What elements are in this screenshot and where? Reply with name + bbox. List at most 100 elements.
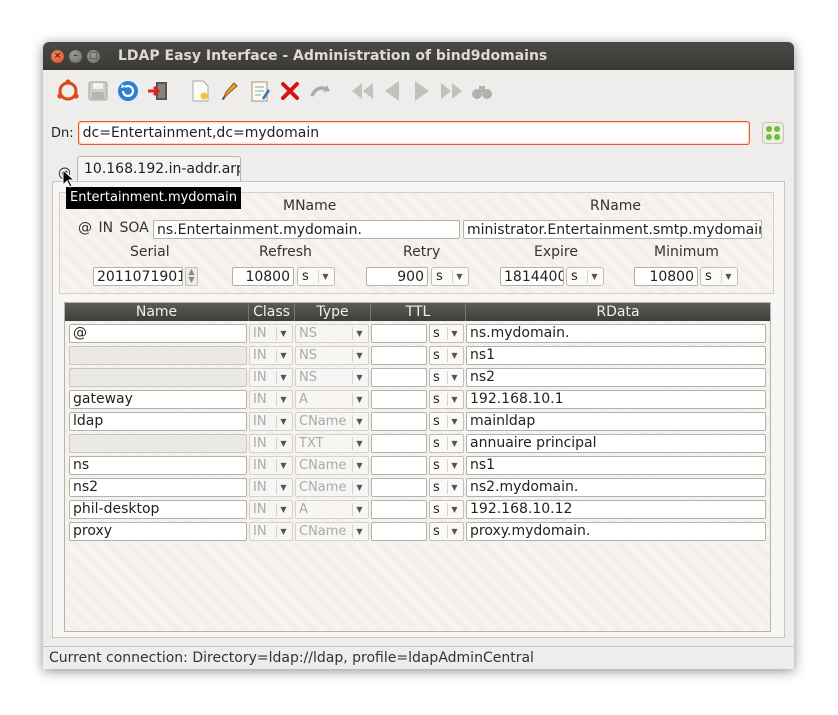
record-type-select[interactable]: CName ▼ xyxy=(295,412,369,431)
record-ttl-field[interactable] xyxy=(371,390,427,409)
record-name-field[interactable]: proxy xyxy=(69,522,247,541)
expire-field[interactable]: 1814400 xyxy=(500,267,564,286)
mname-field[interactable]: ns.Entertainment.mydomain. xyxy=(153,220,460,239)
record-ttl-field[interactable] xyxy=(371,324,427,343)
record-rdata-field[interactable]: ns1 xyxy=(466,346,766,365)
refresh-icon[interactable] xyxy=(113,76,143,106)
serial-field[interactable]: 2011071901 xyxy=(93,267,183,286)
record-rdata-field[interactable]: annuaire principal xyxy=(466,434,766,453)
record-class-select[interactable]: IN ▼ xyxy=(249,346,293,365)
col-header-class[interactable]: Class xyxy=(249,303,295,321)
minimize-window-button[interactable]: – xyxy=(69,49,82,63)
expand-icon[interactable] xyxy=(762,122,784,144)
retry-field[interactable]: 900 xyxy=(366,267,428,286)
record-rdata-field[interactable]: ns.mydomain. xyxy=(466,324,766,343)
tab-reverse-zone[interactable]: 10.168.192.in-addr.arpa xyxy=(77,156,241,181)
save-icon[interactable] xyxy=(83,76,113,106)
record-name-field[interactable]: gateway xyxy=(69,390,247,409)
col-header-rdata[interactable]: RData xyxy=(466,303,770,321)
record-rdata-field[interactable]: ns2 xyxy=(466,368,766,387)
record-ttl-field[interactable] xyxy=(371,346,427,365)
record-name-field[interactable] xyxy=(69,434,247,453)
record-name-field[interactable]: phil-desktop xyxy=(69,500,247,519)
record-ttl-unit-select[interactable]: s ▼ xyxy=(429,346,464,365)
chevron-down-icon: ▼ xyxy=(276,459,290,472)
record-ttl-unit-select[interactable]: s ▼ xyxy=(429,456,464,475)
record-type-select[interactable]: TXT ▼ xyxy=(295,434,369,453)
minimum-field[interactable]: 10800 xyxy=(634,267,698,286)
new-icon[interactable] xyxy=(185,76,215,106)
dn-input[interactable]: dc=Entertainment,dc=mydomain xyxy=(77,121,750,145)
record-type-select[interactable]: A ▼ xyxy=(295,500,369,519)
maximize-window-button[interactable]: □ xyxy=(87,49,100,63)
col-header-ttl[interactable]: TTL xyxy=(371,303,466,321)
record-name-field[interactable]: ldap xyxy=(69,412,247,431)
record-rdata-field[interactable]: ns2.mydomain. xyxy=(466,478,766,497)
record-ttl-unit-select[interactable]: s ▼ xyxy=(429,478,464,497)
delete-icon[interactable] xyxy=(275,76,305,106)
record-class-select[interactable]: IN ▼ xyxy=(249,390,293,409)
record-ttl-field[interactable] xyxy=(371,478,427,497)
record-class-select[interactable]: IN ▼ xyxy=(249,434,293,453)
record-rdata-field[interactable]: 192.168.10.12 xyxy=(466,500,766,519)
record-type-select[interactable]: NS ▼ xyxy=(295,368,369,387)
refresh-field[interactable]: 10800 xyxy=(232,267,294,286)
record-type-select[interactable]: NS ▼ xyxy=(295,346,369,365)
record-rdata-field[interactable]: ns1 xyxy=(466,456,766,475)
record-name-field[interactable]: ns xyxy=(69,456,247,475)
serial-spinner[interactable]: ▲ ▼ xyxy=(185,267,198,286)
record-class-select[interactable]: IN ▼ xyxy=(249,368,293,387)
edit-icon[interactable] xyxy=(215,76,245,106)
exit-icon[interactable] xyxy=(143,76,173,106)
record-ttl-field[interactable] xyxy=(371,368,427,387)
minimum-unit-select[interactable]: s ▼ xyxy=(700,267,738,286)
record-name-field[interactable] xyxy=(69,368,247,387)
record-type-value: A xyxy=(299,502,308,517)
record-ttl-field[interactable] xyxy=(371,522,427,541)
record-ttl-field[interactable] xyxy=(371,412,427,431)
rname-field[interactable]: ministrator.Entertainment.smtp.mydomain. xyxy=(463,220,762,239)
record-type-select[interactable]: CName ▼ xyxy=(295,522,369,541)
record-class-select[interactable]: IN ▼ xyxy=(249,324,293,343)
previous-icon[interactable] xyxy=(377,76,407,106)
record-rdata-field[interactable]: mainldap xyxy=(466,412,766,431)
close-window-button[interactable]: × xyxy=(51,49,64,63)
record-ttl-field[interactable] xyxy=(371,456,427,475)
first-icon[interactable] xyxy=(347,76,377,106)
record-rdata-field[interactable]: 192.168.10.1 xyxy=(466,390,766,409)
retry-unit-select[interactable]: s ▼ xyxy=(431,267,469,286)
record-class-select[interactable]: IN ▼ xyxy=(249,478,293,497)
next-icon[interactable] xyxy=(407,76,437,106)
record-ttl-unit-select[interactable]: s ▼ xyxy=(429,390,464,409)
record-ttl-field[interactable] xyxy=(371,434,427,453)
expire-unit-select[interactable]: s ▼ xyxy=(566,267,604,286)
record-class-select[interactable]: IN ▼ xyxy=(249,456,293,475)
undo-icon[interactable] xyxy=(305,76,335,106)
record-ttl-unit-select[interactable]: s ▼ xyxy=(429,500,464,519)
record-name-field[interactable]: @ xyxy=(69,324,247,343)
refresh-unit-select[interactable]: s ▼ xyxy=(297,267,335,286)
record-rdata-field[interactable]: proxy.mydomain. xyxy=(466,522,766,541)
record-name-field[interactable] xyxy=(69,346,247,365)
record-ttl-unit-select[interactable]: s ▼ xyxy=(429,522,464,541)
record-class-select[interactable]: IN ▼ xyxy=(249,412,293,431)
record-name-field[interactable]: ns2 xyxy=(69,478,247,497)
record-type-select[interactable]: A ▼ xyxy=(295,390,369,409)
ubuntu-icon[interactable] xyxy=(53,76,83,106)
record-type-select[interactable]: CName ▼ xyxy=(295,456,369,475)
col-header-type[interactable]: Type xyxy=(295,303,371,321)
record-class-value: IN xyxy=(253,370,267,385)
record-ttl-field[interactable] xyxy=(371,500,427,519)
col-header-name[interactable]: Name xyxy=(65,303,249,321)
record-type-select[interactable]: NS ▼ xyxy=(295,324,369,343)
last-icon[interactable] xyxy=(437,76,467,106)
notes-icon[interactable] xyxy=(245,76,275,106)
record-type-select[interactable]: CName ▼ xyxy=(295,478,369,497)
record-class-select[interactable]: IN ▼ xyxy=(249,522,293,541)
record-ttl-unit-select[interactable]: s ▼ xyxy=(429,324,464,343)
record-ttl-unit-select[interactable]: s ▼ xyxy=(429,412,464,431)
record-ttl-unit-select[interactable]: s ▼ xyxy=(429,434,464,453)
record-class-select[interactable]: IN ▼ xyxy=(249,500,293,519)
record-ttl-unit-select[interactable]: s ▼ xyxy=(429,368,464,387)
binoculars-icon[interactable] xyxy=(467,76,497,106)
